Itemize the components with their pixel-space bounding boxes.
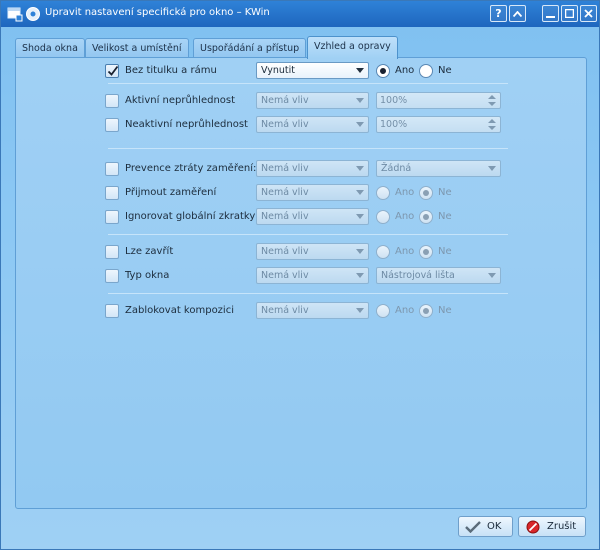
window-type-checkbox[interactable] [105,269,119,283]
rule-row-closeable: Lze zavřít Nemá vliv Ano Ne [16,242,588,262]
block-compositing-label: Zablokovat kompozici [125,305,234,316]
accept-focus-label: Přijmout zaměření [125,187,217,198]
focus-stealing-checkbox[interactable] [105,162,119,176]
closeable-yes-label: Ano [395,246,415,257]
noborder-no-label: Ne [438,65,452,76]
block-compositing-yes-label: Ano [395,305,415,316]
closeable-no-radio[interactable] [419,245,433,259]
accept-focus-checkbox[interactable] [105,186,119,200]
chevron-down-icon [356,273,364,278]
ignore-shortcuts-no-label: Ne [438,211,452,222]
focus-stealing-policy-select[interactable]: Nemá vliv [256,160,369,177]
tab-panel: Bez titulku a rámu Vynutit Ano Ne Aktivn… [15,57,587,509]
window-icon[interactable] [7,6,23,22]
opacity-inactive-policy-select[interactable]: Nemá vliv [256,116,369,133]
accept-focus-yes-label: Ano [395,187,415,198]
tab-arrangement-access[interactable]: Uspořádání a přístup [193,38,307,58]
accept-focus-no-label: Ne [438,187,452,198]
ignore-shortcuts-yes-radio[interactable] [376,210,390,224]
cancel-button[interactable]: Zrušit [518,516,586,537]
chevron-down-icon [356,68,364,73]
closeable-yes-radio[interactable] [376,245,390,259]
tab-window-match[interactable]: Shoda okna [15,38,85,58]
accept-focus-no-radio[interactable] [419,186,433,200]
focus-stealing-label: Prevence ztráty zaměření: [125,163,257,174]
accept-focus-yes-radio[interactable] [376,186,390,200]
noborder-no-radio[interactable] [419,64,433,78]
opacity-inactive-spinbox[interactable]: 100% [376,116,501,133]
closeable-policy-select[interactable]: Nemá vliv [256,243,369,260]
opacity-active-label: Aktivní neprůhlednost [125,95,236,106]
check-icon [465,520,481,534]
rule-row-focus-stealing: Prevence ztráty zaměření: Nemá vliv Žádn… [16,159,588,179]
tab-appearance-fixes[interactable]: Vzhled a opravy [307,36,398,59]
ignore-shortcuts-label: Ignorovat globální zkratky [125,211,256,222]
kwin-window-rules-dialog: Upravit nastavení specifická pro okno – … [0,0,600,550]
closeable-checkbox[interactable] [105,245,119,259]
spin-down-icon[interactable] [488,126,496,130]
titlebar[interactable]: Upravit nastavení specifická pro okno – … [1,1,599,27]
rule-row-accept-focus: Přijmout zaměření Nemá vliv Ano Ne [16,183,588,203]
help-icon[interactable]: ? [490,5,507,22]
opacity-active-checkbox[interactable] [105,94,119,108]
noborder-label: Bez titulku a rámu [125,65,217,76]
opacity-inactive-checkbox[interactable] [105,118,119,132]
separator [108,234,508,235]
separator [108,293,508,294]
spin-up-icon[interactable] [488,95,496,99]
chevron-down-icon [356,122,364,127]
chevron-down-icon [356,214,364,219]
keep-above-icon[interactable] [509,5,526,22]
chevron-down-icon [356,98,364,103]
block-compositing-no-radio[interactable] [419,304,433,318]
chevron-down-icon [356,190,364,195]
block-compositing-checkbox[interactable] [105,304,119,318]
rule-row-opacity-active: Aktivní neprůhlednost Nemá vliv 100% [16,91,588,111]
minimize-icon[interactable] [542,5,559,22]
rule-row-opacity-inactive: Neaktivní neprůhlednost Nemá vliv 100% [16,115,588,135]
closeable-no-label: Ne [438,246,452,257]
rule-row-noborder: Bez titulku a rámu Vynutit Ano Ne [16,61,588,81]
cancel-icon [525,520,541,534]
maximize-icon[interactable] [561,5,578,22]
ignore-shortcuts-yes-label: Ano [395,211,415,222]
chevron-down-icon [356,308,364,313]
noborder-yes-label: Ano [395,65,415,76]
opacity-inactive-label: Neaktivní neprůhlednost [125,119,248,130]
window-title: Upravit nastavení specifická pro okno – … [45,7,270,18]
settings-icon[interactable] [25,6,41,22]
spin-down-icon[interactable] [488,102,496,106]
chevron-down-icon [488,273,496,278]
ignore-shortcuts-policy-select[interactable]: Nemá vliv [256,208,369,225]
opacity-active-spinbox[interactable]: 100% [376,92,501,109]
spin-up-icon[interactable] [488,119,496,123]
rule-row-window-type: Typ okna Nemá vliv Nástrojová lišta [16,266,588,286]
noborder-policy-select[interactable]: Vynutit [256,62,369,79]
chevron-down-icon [356,249,364,254]
window-type-value-select[interactable]: Nástrojová lišta [376,267,501,284]
tab-size-position[interactable]: Velikost a umístění [85,38,189,58]
separator [108,83,508,84]
chevron-down-icon [356,166,364,171]
chevron-down-icon [488,166,496,171]
rule-row-ignore-shortcuts: Ignorovat globální zkratky Nemá vliv Ano… [16,207,588,227]
ignore-shortcuts-no-radio[interactable] [419,210,433,224]
block-compositing-policy-select[interactable]: Nemá vliv [256,302,369,319]
opacity-active-policy-select[interactable]: Nemá vliv [256,92,369,109]
accept-focus-policy-select[interactable]: Nemá vliv [256,184,369,201]
block-compositing-no-label: Ne [438,305,452,316]
separator [108,148,508,149]
ignore-shortcuts-checkbox[interactable] [105,210,119,224]
block-compositing-yes-radio[interactable] [376,304,390,318]
ok-button[interactable]: OK [458,516,513,537]
rule-row-block-compositing: Zablokovat kompozici Nemá vliv Ano Ne [16,301,588,321]
closeable-label: Lze zavřít [125,246,174,257]
noborder-yes-radio[interactable] [376,64,390,78]
focus-stealing-level-select[interactable]: Žádná [376,160,501,177]
window-type-label: Typ okna [125,270,170,281]
noborder-checkbox[interactable] [105,64,119,78]
close-icon[interactable] [580,5,597,22]
window-type-policy-select[interactable]: Nemá vliv [256,267,369,284]
